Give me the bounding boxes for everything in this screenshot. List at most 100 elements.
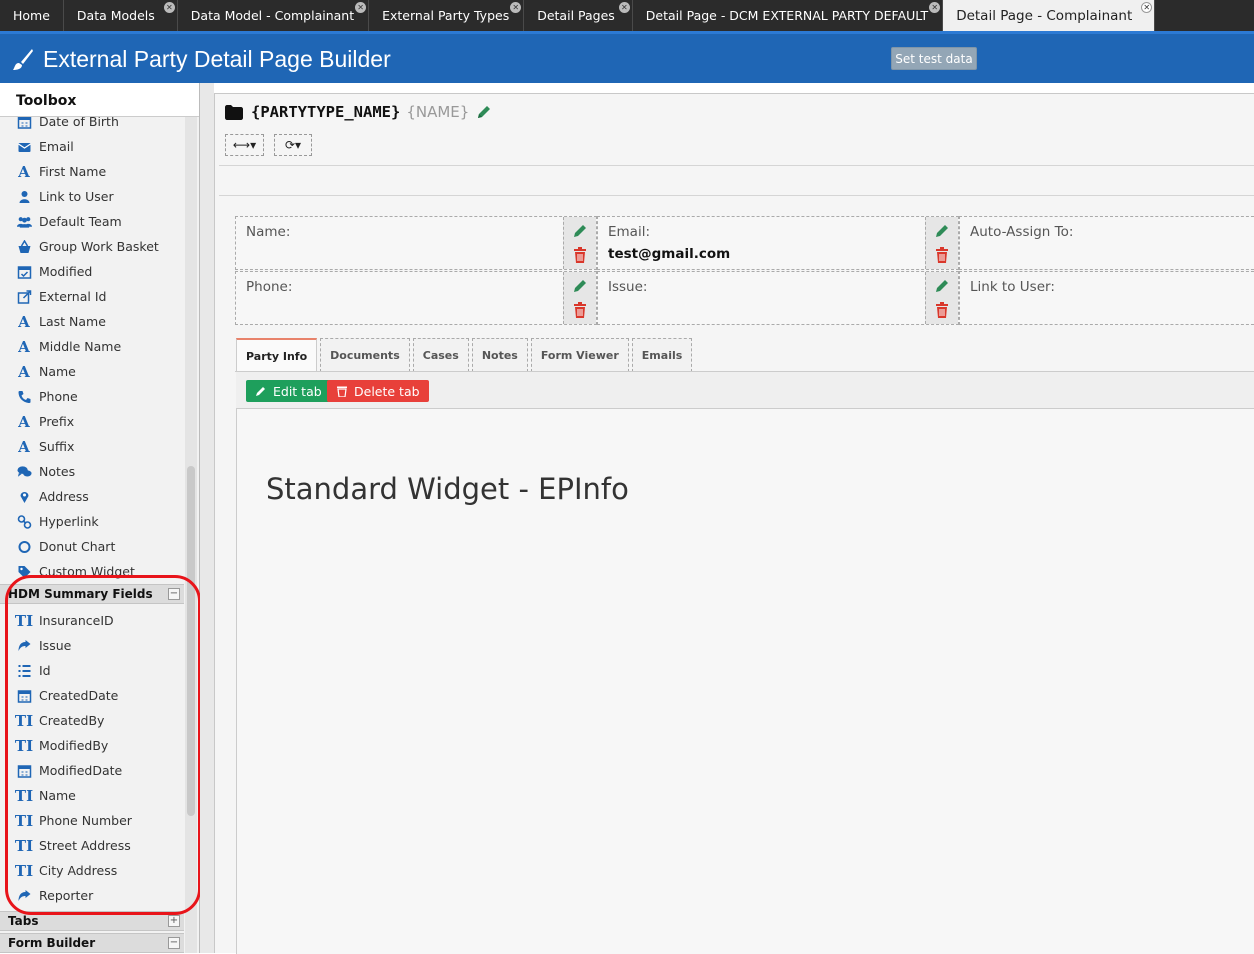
toolbox-item-address[interactable]: Address xyxy=(0,484,184,509)
expand-toggle[interactable]: + xyxy=(168,915,180,927)
tab-party-info[interactable]: Party Info xyxy=(236,338,318,372)
divider xyxy=(219,165,1254,166)
summary-item-createddate[interactable]: CreatedDate xyxy=(0,683,184,708)
top-tab-label: Detail Page - Complainant xyxy=(956,7,1133,24)
tab-form-viewer[interactable]: Form Viewer xyxy=(530,338,629,372)
toolbox-item-label: Notes xyxy=(39,464,76,479)
pencil-icon[interactable] xyxy=(476,104,492,120)
collapse-toggle[interactable]: − xyxy=(168,588,180,600)
toolbox-item-group-work-basket[interactable]: Group Work Basket xyxy=(0,234,184,259)
close-icon[interactable]: ✕ xyxy=(510,2,522,13)
field-link-to-user[interactable]: Link to User: xyxy=(959,271,1254,325)
pencil-icon[interactable] xyxy=(572,278,588,294)
toolbox-item-date-of-birth[interactable]: Date of Birth xyxy=(0,117,184,134)
toolbox-item-suffix[interactable]: A Suffix xyxy=(0,434,184,459)
delete-tab-button[interactable]: Delete tab xyxy=(327,380,429,402)
field-phone[interactable]: Phone: xyxy=(235,271,597,325)
trash-icon[interactable] xyxy=(573,247,587,263)
pencil-icon[interactable] xyxy=(572,223,588,239)
close-icon[interactable]: ✕ xyxy=(929,2,941,13)
field-email[interactable]: Email: test@gmail.com xyxy=(597,216,959,270)
text-type-icon: TI xyxy=(14,811,34,830)
letter-a-icon: A xyxy=(18,337,30,356)
summary-item-name[interactable]: TI Name xyxy=(0,783,184,808)
tab-cases[interactable]: Cases xyxy=(412,338,469,372)
circle-icon xyxy=(15,539,33,555)
toolbox-item-label: Default Team xyxy=(39,214,122,229)
tab-emails[interactable]: Emails xyxy=(631,338,693,372)
toolbox-item-label: Phone xyxy=(39,389,78,404)
toolbox-item-name[interactable]: A Name xyxy=(0,359,184,384)
pencil-icon[interactable] xyxy=(934,278,950,294)
letter-a-icon: A xyxy=(18,312,30,331)
toolbox-item-phone[interactable]: Phone xyxy=(0,384,184,409)
toolbox-item-label: Middle Name xyxy=(39,339,122,354)
top-tab-label: Data Model - Complainant xyxy=(190,8,355,23)
top-tab-external-party-types[interactable]: External Party Types ✕ xyxy=(369,0,525,31)
toolbox-item-external-id[interactable]: External Id xyxy=(0,284,184,309)
toolbox-item-label: Group Work Basket xyxy=(39,239,159,254)
summary-fields-section-header[interactable]: HDM Summary Fields − xyxy=(0,584,184,604)
refresh-icon: ⟳▾ xyxy=(284,138,302,152)
toolbox-item-hyperlink[interactable]: Hyperlink xyxy=(0,509,184,534)
top-tab-data-model-complainant[interactable]: Data Model - Complainant ✕ xyxy=(178,0,370,31)
summary-item-modifiedby[interactable]: TI ModifiedBy xyxy=(0,733,184,758)
divider xyxy=(219,195,1254,196)
toolbox-item-default-team[interactable]: Default Team xyxy=(0,209,184,234)
comments-icon xyxy=(15,464,33,480)
trash-icon[interactable] xyxy=(573,302,587,318)
toolbox-item-custom-widget[interactable]: Custom Widget xyxy=(0,559,184,584)
toolbox-item-email[interactable]: Email xyxy=(0,134,184,159)
trash-icon[interactable] xyxy=(935,302,949,318)
field-name[interactable]: Name: xyxy=(235,216,597,270)
summary-item-insuranceid[interactable]: TI InsuranceID xyxy=(0,608,184,633)
toolbox-item-first-name[interactable]: A First Name xyxy=(0,159,184,184)
summary-item-modifieddate[interactable]: ModifiedDate xyxy=(0,758,184,783)
set-test-data-button[interactable]: Set test data xyxy=(891,47,977,70)
toolbox-item-donut-chart[interactable]: Donut Chart xyxy=(0,534,184,559)
tab-documents[interactable]: Documents xyxy=(320,338,410,372)
close-icon[interactable]: ✕ xyxy=(163,2,175,13)
toolbox-scrollbar-thumb[interactable] xyxy=(187,466,195,816)
tabs-section-header[interactable]: Tabs + xyxy=(0,911,184,931)
summary-item-phone-number[interactable]: TI Phone Number xyxy=(0,808,184,833)
user-icon xyxy=(15,189,33,205)
top-tab-detail-page-dcm[interactable]: Detail Page - DCM EXTERNAL PARTY DEFAULT… xyxy=(633,0,944,31)
summary-item-reporter[interactable]: Reporter xyxy=(0,883,184,908)
tag-icon xyxy=(15,564,33,580)
toolbox-item-modified[interactable]: Modified xyxy=(0,259,184,284)
summary-item-id[interactable]: Id xyxy=(0,658,184,683)
field-auto-assign-to[interactable]: Auto-Assign To: xyxy=(959,216,1254,270)
top-tab-detail-pages[interactable]: Detail Pages ✕ xyxy=(524,0,633,31)
refresh-dropdown-button[interactable]: ⟳▾ xyxy=(274,134,312,156)
summary-item-street-address[interactable]: TI Street Address xyxy=(0,833,184,858)
collapse-toggle[interactable]: − xyxy=(168,937,180,949)
top-tab-detail-page-complainant[interactable]: Detail Page - Complainant ✕ xyxy=(943,0,1156,31)
toolbox-item-label: CreatedDate xyxy=(39,688,119,703)
field-issue[interactable]: Issue: xyxy=(597,271,959,325)
top-tab-data-models[interactable]: Data Models ✕ xyxy=(64,0,178,31)
toolbox-item-middle-name[interactable]: A Middle Name xyxy=(0,334,184,359)
share-arrow-icon xyxy=(15,638,33,654)
width-toggle-button[interactable]: ⟷▾ xyxy=(225,134,264,156)
toolbox-item-label: First Name xyxy=(39,164,107,179)
summary-item-createdby[interactable]: TI CreatedBy xyxy=(0,708,184,733)
summary-item-city-address[interactable]: TI City Address xyxy=(0,858,184,883)
toolbox-item-prefix[interactable]: A Prefix xyxy=(0,409,184,434)
pencil-icon[interactable] xyxy=(934,223,950,239)
form-builder-section-header[interactable]: Form Builder − xyxy=(0,933,184,953)
toolbox-item-last-name[interactable]: A Last Name xyxy=(0,309,184,334)
top-tab-home[interactable]: Home xyxy=(0,0,64,31)
text-type-icon: TI xyxy=(14,836,34,855)
toolbox-item-link-to-user[interactable]: Link to User xyxy=(0,184,184,209)
tab-notes[interactable]: Notes xyxy=(471,338,528,372)
edit-tab-button[interactable]: Edit tab xyxy=(246,380,331,402)
close-icon[interactable]: ✕ xyxy=(1141,2,1153,13)
toolbox-item-notes[interactable]: Notes xyxy=(0,459,184,484)
close-icon[interactable]: ✕ xyxy=(355,2,367,13)
text-type-icon: TI xyxy=(14,786,34,805)
toolbox-header: Toolbox xyxy=(0,83,199,117)
trash-icon[interactable] xyxy=(935,247,949,263)
summary-item-issue[interactable]: Issue xyxy=(0,633,184,658)
close-icon[interactable]: ✕ xyxy=(618,2,630,13)
